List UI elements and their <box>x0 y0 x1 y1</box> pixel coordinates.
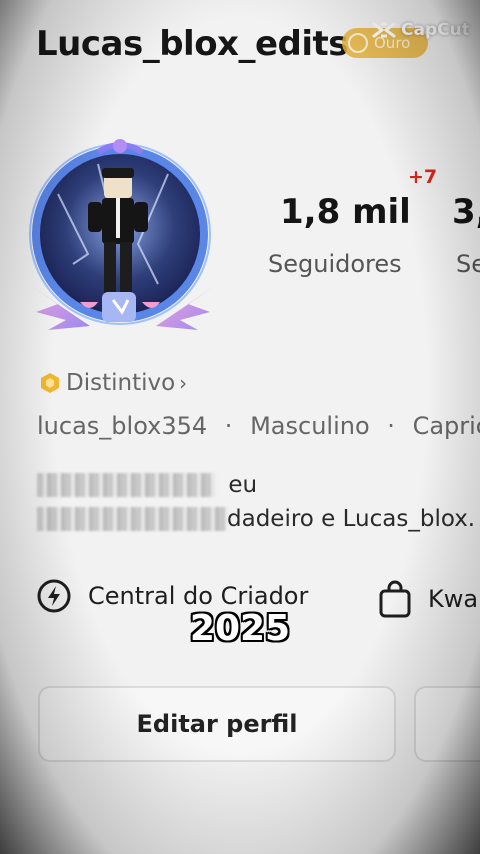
profile-meta: lucas_blox354 · Masculino · Capric <box>37 412 480 440</box>
bio-line-1: eu <box>37 472 257 498</box>
followers-count[interactable]: 1,8 mil <box>280 192 411 232</box>
avatar-frame <box>28 139 218 330</box>
badge-icon <box>348 33 368 53</box>
username: Lucas_blox_edits <box>36 24 349 64</box>
gender: Masculino <box>250 412 370 440</box>
creator-center-label: Central do Criador <box>88 582 309 610</box>
avatar[interactable] <box>18 134 228 344</box>
edit-profile-button[interactable]: Editar perfil <box>38 686 396 762</box>
followers-delta: +7 <box>408 166 438 188</box>
following-label[interactable]: Se <box>456 250 480 278</box>
meta-separator: · <box>224 412 233 440</box>
blurred-text <box>37 473 215 497</box>
capcut-watermark: CapCut <box>372 20 470 40</box>
bio-line-1-text: eu <box>228 472 258 498</box>
distintivo-label: Distintivo <box>66 370 176 396</box>
secondary-button[interactable] <box>414 686 480 762</box>
meta-separator: · <box>387 412 395 440</box>
hexagon-badge-icon <box>41 373 59 393</box>
bio-line-2-text: dadeiro e Lucas_blox. <box>227 506 476 532</box>
followers-label[interactable]: Seguidores <box>268 250 402 278</box>
zodiac-sign: Capric <box>412 412 480 440</box>
capcut-label: CapCut <box>401 20 470 40</box>
chevron-right-icon: › <box>179 371 188 395</box>
handle: lucas_blox354 <box>37 412 208 440</box>
year-overlay: 2025 <box>189 608 291 649</box>
blurred-text <box>37 507 227 531</box>
distintivo-link[interactable]: Distintivo › <box>38 370 187 396</box>
following-count[interactable]: 3, <box>452 192 480 232</box>
bio-line-2: dadeiro e Lucas_blox. <box>37 506 475 532</box>
capcut-logo-icon <box>372 22 396 38</box>
